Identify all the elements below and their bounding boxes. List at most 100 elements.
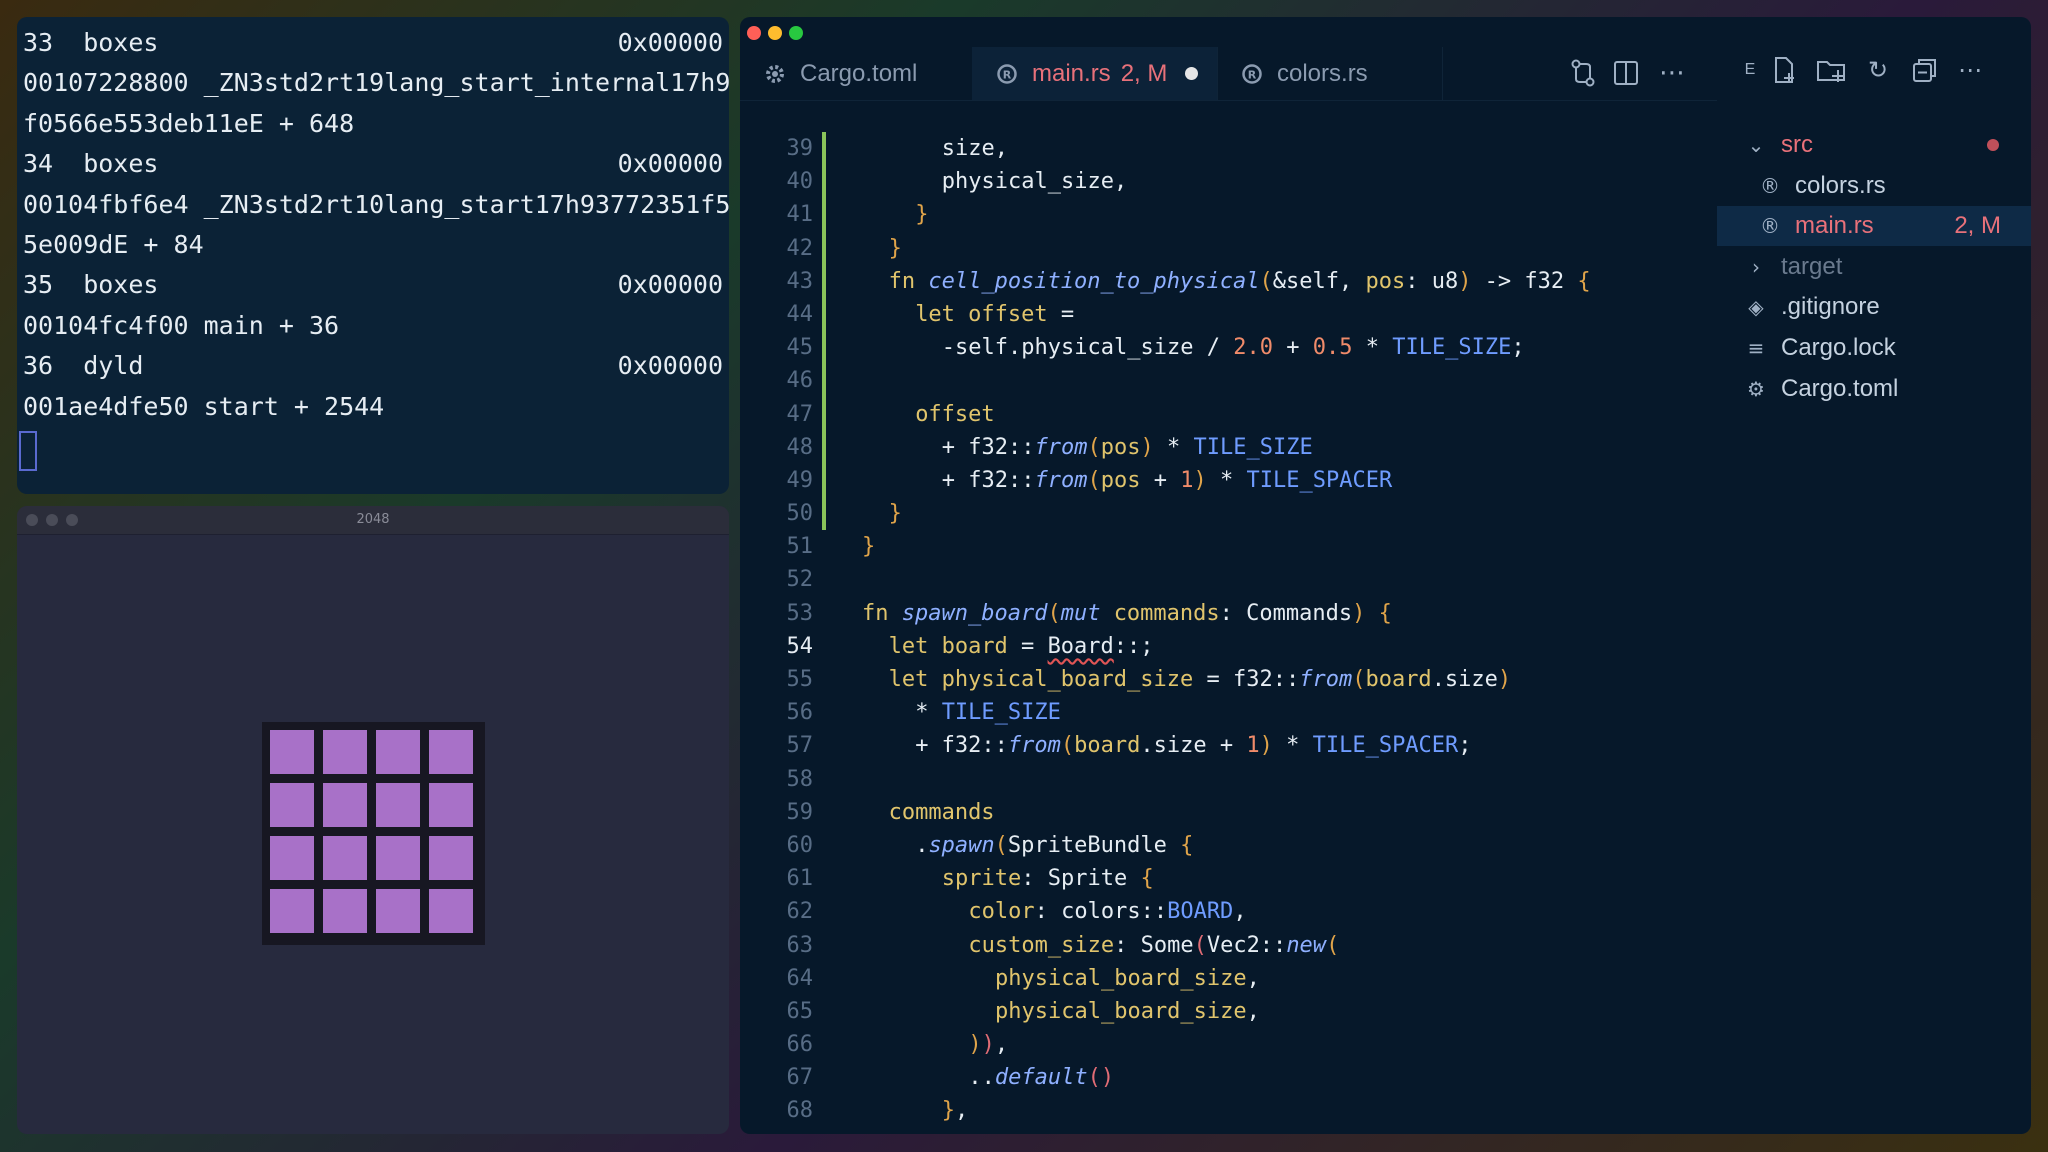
- code-token: let: [915, 301, 969, 327]
- git-modified-gutter[interactable]: [822, 497, 826, 531]
- game-window[interactable]: 2048: [17, 506, 729, 1134]
- code-line[interactable]: 69..default(): [740, 1128, 1717, 1134]
- git-modified-gutter[interactable]: [822, 430, 826, 464]
- code-line[interactable]: 67 ..default(): [740, 1061, 1717, 1094]
- close-button[interactable]: [747, 26, 761, 40]
- code-token: + f32::: [915, 733, 1008, 759]
- code-line[interactable]: 60 .spawn(SpriteBundle {: [740, 829, 1717, 862]
- tab-colors-rs[interactable]: R colors.rs: [1217, 47, 1443, 100]
- terminal-line: 35 boxes 0x00000: [23, 265, 723, 305]
- explorer-item[interactable]: › target: [1717, 247, 2031, 287]
- code-line[interactable]: 51}: [740, 530, 1717, 563]
- line-number: 43: [786, 268, 814, 294]
- collapse-all-icon[interactable]: [1907, 53, 1941, 87]
- code-token: ): [1140, 434, 1154, 460]
- unsaved-dot-icon[interactable]: [1185, 67, 1199, 80]
- explorer-item[interactable]: ≡ Cargo.lock: [1717, 328, 2031, 368]
- code-area[interactable]: 39 size, 40 physical_size, 41} 42} 43 fn cell_p…: [740, 132, 1717, 1134]
- code-line[interactable]: 40 physical_size,: [740, 165, 1717, 199]
- code-token: ): [1497, 667, 1512, 692]
- svg-text:R: R: [1003, 68, 1012, 81]
- code-line[interactable]: 39 size,: [740, 132, 1717, 166]
- code-line[interactable]: 66)),: [740, 1028, 1717, 1061]
- git-modified-gutter[interactable]: [822, 264, 826, 298]
- code-text: .spawn(SpriteBundle {: [915, 829, 1193, 862]
- split-editor-icon[interactable]: [1608, 55, 1644, 91]
- git-modified-gutter[interactable]: [822, 463, 826, 498]
- git-modified-gutter[interactable]: [822, 331, 826, 365]
- zoom-button[interactable]: [789, 26, 803, 40]
- code-line[interactable]: 59 commands: [740, 796, 1717, 829]
- terminal-window[interactable]: 33 boxes 0x00000 00107228800 _ZN3std2rt19l…: [17, 17, 729, 494]
- code-token: ..: [968, 1065, 995, 1091]
- file-explorer: E ↻ ⋯ ⌄ src ® colors.rs ® main.rs 2, M › target ◈…: [1717, 47, 2031, 1134]
- code-line[interactable]: 44 let offset =: [740, 297, 1717, 332]
- code-line[interactable]: 53 fn spawn_board(mut commands: Commands)…: [740, 597, 1717, 630]
- code-line[interactable]: 50}: [740, 497, 1717, 531]
- code-token: size,: [941, 136, 1009, 161]
- git-modified-gutter[interactable]: [822, 231, 826, 265]
- code-line[interactable]: 62 color: colors::BOARD,: [740, 895, 1717, 928]
- code-line[interactable]: 64 physical_board_size,: [740, 962, 1717, 995]
- git-modified-gutter[interactable]: [822, 132, 826, 166]
- board-tile: [270, 783, 314, 827]
- code-text: )),: [968, 1028, 1008, 1061]
- line-number: 46: [786, 368, 814, 394]
- code-line[interactable]: 63 custom_size: Some(Vec2::new(: [740, 929, 1717, 962]
- line-number: 69: [740, 1128, 814, 1134]
- explorer-item[interactable]: ® main.rs 2, M: [1717, 206, 2031, 247]
- new-file-icon[interactable]: [1767, 53, 1801, 87]
- code-line[interactable]: 43 fn cell_position_to_physical(&self, po…: [740, 264, 1717, 298]
- minimize-button[interactable]: [768, 26, 782, 40]
- code-text: + f32::from(board.size + 1) * TILE_SPACE…: [915, 729, 1471, 762]
- code-token: (: [1259, 268, 1273, 294]
- code-token: 0.5: [1312, 335, 1353, 361]
- terminal-line-text: 35 boxes: [23, 270, 159, 300]
- code-token: .size: [1431, 667, 1498, 692]
- refresh-icon[interactable]: ↻: [1861, 53, 1895, 87]
- code-line[interactable]: 42}: [740, 231, 1717, 265]
- code-editor-window[interactable]: Cargo.toml R main.rs 2, M R colors.rs ⋯ …: [740, 17, 2031, 1134]
- explorer-item[interactable]: ® colors.rs: [1717, 166, 2031, 206]
- code-line[interactable]: 65 physical_board_size,: [740, 995, 1717, 1028]
- code-token: ): [1193, 467, 1207, 493]
- code-line[interactable]: 48 + f32::from(pos) * TILE_SIZE: [740, 430, 1717, 464]
- more-icon[interactable]: ⋯: [1953, 53, 1987, 87]
- more-actions-icon[interactable]: ⋯: [1654, 55, 1690, 91]
- code-line[interactable]: 41}: [740, 198, 1717, 232]
- git-modified-gutter[interactable]: [822, 165, 826, 199]
- explorer-toolbar: E ↻ ⋯: [1717, 53, 2031, 93]
- explorer-item[interactable]: ◈ .gitignore: [1717, 287, 2031, 327]
- code-line[interactable]: 52: [740, 563, 1717, 596]
- code-line[interactable]: 61 sprite: Sprite {: [740, 862, 1717, 895]
- code-line[interactable]: 49 + f32::from(pos + 1) * TILE_SPACER: [740, 463, 1717, 498]
- explorer-item-label: target: [1781, 252, 1843, 280]
- code-line[interactable]: 57 + f32::from(board.size + 1) * TILE_SPA…: [740, 729, 1717, 762]
- tab-main-rs[interactable]: R main.rs 2, M: [972, 47, 1218, 100]
- game-titlebar[interactable]: 2048: [17, 506, 729, 535]
- code-line[interactable]: 46: [740, 364, 1717, 398]
- git-modified-gutter[interactable]: [822, 397, 826, 431]
- git-modified-gutter[interactable]: [822, 364, 826, 398]
- code-line[interactable]: 58: [740, 763, 1717, 796]
- code-text: }: [889, 497, 902, 530]
- code-line[interactable]: 68},: [740, 1094, 1717, 1127]
- code-text: }: [889, 232, 902, 265]
- compare-changes-icon[interactable]: [1565, 55, 1601, 91]
- code-line[interactable]: 54 let board = Board::;: [740, 630, 1717, 663]
- new-folder-icon[interactable]: [1814, 53, 1848, 87]
- code-token: ,: [1246, 965, 1260, 991]
- code-token: (: [1087, 467, 1101, 493]
- code-line[interactable]: 55 let physical_board_size = f32::from(bo…: [740, 663, 1717, 696]
- code-line[interactable]: 56 * TILE_SIZE: [740, 696, 1717, 729]
- git-modified-gutter[interactable]: [822, 297, 826, 332]
- git-modified-gutter[interactable]: [822, 198, 826, 232]
- line-number: 50: [786, 501, 814, 527]
- explorer-item[interactable]: ⚙ Cargo.toml: [1717, 369, 2031, 409]
- code-token: }: [888, 501, 902, 527]
- code-line[interactable]: 47 offset: [740, 397, 1717, 431]
- tab-cargo-toml[interactable]: Cargo.toml: [740, 47, 973, 100]
- explorer-item[interactable]: ⌄ src: [1717, 125, 2031, 165]
- code-line[interactable]: 45 -self.physical_size / 2.0 + 0.5 * TILE…: [740, 331, 1717, 365]
